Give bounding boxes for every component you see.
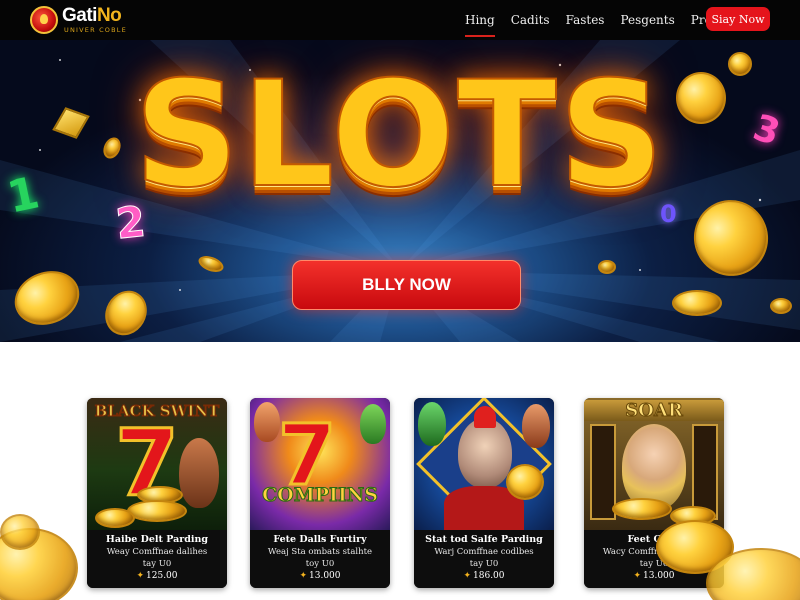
- gold-coin-icon: [95, 508, 135, 528]
- nav-link-fastes[interactable]: Fastes: [566, 13, 605, 27]
- game-art-title: SOAR: [584, 400, 724, 422]
- game-artwork: 7 COMPIINS: [250, 398, 390, 530]
- brand-logo[interactable]: GatiNo UNIVER COBLE: [28, 4, 148, 36]
- game-card[interactable]: BLACK SWINT 7 Haibe Delt Parding Weay Co…: [87, 398, 227, 588]
- hero-banner: 1 2 3 0 SLOTS BLLY NOW: [0, 40, 800, 342]
- game-description: Weay Comffnae dalihes: [106, 547, 208, 557]
- game-artwork: [414, 398, 554, 530]
- character-figure: [179, 438, 219, 508]
- gold-coin-icon: [0, 514, 40, 550]
- game-card[interactable]: 7 COMPIINS Fete Dalls Furtiry Weaj Sta o…: [250, 398, 390, 588]
- character-figure: [458, 418, 512, 488]
- gold-coin-icon: [672, 290, 722, 316]
- game-art-title: COMPIINS: [262, 484, 379, 507]
- price-star-icon: ✦: [463, 571, 472, 581]
- game-price: ✦ 125.00: [136, 571, 178, 581]
- game-card[interactable]: Stat tod Salfe Parding Warj Comffnae cod…: [414, 398, 554, 588]
- play-now-nav-button[interactable]: Siay Now: [706, 7, 770, 31]
- game-artwork: SOAR: [584, 398, 724, 530]
- gold-coin-icon: [598, 260, 616, 274]
- price-star-icon: ✦: [299, 571, 308, 581]
- gold-coin-icon: [506, 464, 544, 500]
- character-figure: [360, 404, 386, 444]
- brand-name: GatiNo: [62, 5, 122, 26]
- character-figure: [622, 424, 686, 510]
- nav-link-hing[interactable]: Hing: [465, 13, 495, 37]
- featured-games: BLACK SWINT 7 Haibe Delt Parding Weay Co…: [0, 342, 800, 600]
- buy-now-button[interactable]: BLLY NOW: [292, 260, 521, 310]
- game-info: Stat tod Salfe Parding Warj Comffnae cod…: [414, 530, 554, 588]
- gold-coin-icon: [770, 298, 792, 314]
- game-description-line2: tay U0: [469, 559, 499, 569]
- gold-coin-icon: [612, 498, 672, 520]
- game-price: ✦ 13.000: [299, 571, 341, 581]
- chip-logo-icon: [30, 6, 58, 34]
- game-title: Haibe Delt Parding: [105, 534, 209, 545]
- game-info: Haibe Delt Parding Weay Comffnae dalihes…: [87, 530, 227, 588]
- game-info: Fete Dalls Furtiry Weaj Sta ombats stalh…: [250, 530, 390, 588]
- character-figure: [254, 402, 280, 442]
- hair-decoration: [474, 406, 496, 428]
- game-title: Fete Dalls Furtiry: [273, 534, 367, 545]
- game-artwork: BLACK SWINT 7: [87, 398, 227, 530]
- nav-link-cadits[interactable]: Cadits: [511, 13, 550, 27]
- price-star-icon: ✦: [136, 571, 145, 581]
- game-description: Warj Comffnae codlbes: [434, 547, 534, 557]
- game-description-line2: tay U0: [142, 559, 172, 569]
- price-star-icon: ✦: [633, 571, 642, 581]
- game-price: ✦ 186.00: [463, 571, 505, 581]
- gold-coin-icon: [127, 500, 187, 522]
- nav-link-pesgents[interactable]: Pesgents: [620, 13, 674, 27]
- game-description: Weaj Sta ombats stalhte: [267, 547, 373, 557]
- hero-title: SLOTS: [133, 50, 666, 220]
- brand-tagline: UNIVER COBLE: [64, 26, 127, 34]
- game-title: Stat tod Salfe Parding: [425, 534, 543, 545]
- character-figure: [522, 404, 550, 448]
- character-figure: [418, 402, 446, 446]
- game-description-line2: toy U0: [305, 559, 335, 569]
- top-nav: GatiNo UNIVER COBLE Hing Cadits Fastes P…: [0, 0, 800, 40]
